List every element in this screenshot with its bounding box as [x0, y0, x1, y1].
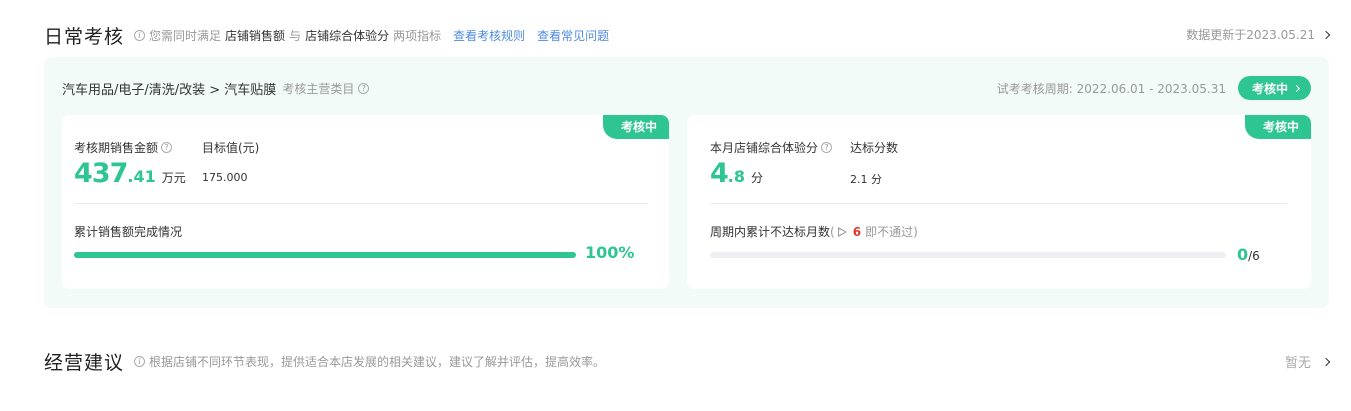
metric-score: 店铺综合体验分: [305, 29, 390, 43]
advice-none-text: 暂无: [1284, 356, 1311, 371]
status-badge: 考核中: [602, 115, 669, 139]
section-title-daily: 日常考核: [44, 26, 125, 48]
sales-progress-track: [74, 252, 576, 258]
target-value: 175.000: [202, 171, 248, 184]
hint-conj: 与: [289, 29, 302, 43]
score-label: 本月店铺综合体验分 ?: [710, 139, 833, 156]
data-updated-link[interactable]: 数据更新于2023.05.21: [1186, 26, 1331, 43]
panel-top-bar: 汽车用品/电子/清洗/改装 > 汽车贴膜 考核主营类目 ? 试考考核周期: 20…: [62, 76, 1311, 100]
category-path: 汽车用品/电子/清洗/改装 > 汽车贴膜: [62, 82, 277, 98]
failed-months-num: 0: [1237, 245, 1249, 264]
sales-card: 考核中 考核期销售金额 ? 437 .41 万元 目标值(元) 175.000 …: [62, 115, 669, 289]
status-button[interactable]: 考核中: [1237, 76, 1311, 100]
divider: [74, 203, 648, 204]
assessment-period: 试考考核周期: 2022.06.01 - 2023.05.31: [996, 81, 1226, 96]
sales-value-int: 437: [74, 158, 128, 189]
sales-label-text: 考核期销售金额: [74, 141, 159, 155]
data-updated-text: 数据更新于2023.05.21: [1186, 28, 1315, 42]
paren-open: (: [830, 224, 835, 239]
advice-hint-text: 根据店铺不同环节表现，提供适合本店发展的相关建议，建议了解并评估，提高效率。: [149, 355, 606, 369]
sales-value: 437 .41 万元: [74, 158, 186, 189]
sales-value-dec: .41: [127, 167, 156, 186]
question-icon[interactable]: ?: [358, 82, 370, 94]
progress-label: 累计销售额完成情况: [74, 225, 183, 239]
assessment-panel: 汽车用品/电子/清洗/改装 > 汽车贴膜 考核主营类目 ? 试考考核周期: 20…: [44, 57, 1329, 308]
business-advice-header: 经营建议 i 根据店铺不同环节表现，提供适合本店发展的相关建议，建议了解并评估，…: [44, 348, 605, 375]
score-value: 4 .8 分: [710, 158, 763, 189]
chevron-right-icon: [1321, 357, 1331, 366]
daily-hint: i 您需同时满足 店铺销售额 与 店铺综合体验分 两项指标 查看考核规则 查看常…: [134, 27, 609, 44]
failed-months-track: [710, 252, 1226, 258]
advice-more-link[interactable]: 暂无: [1284, 352, 1331, 371]
category-hint: 考核主营类目 ?: [282, 80, 370, 97]
greater-equal-icon: [837, 226, 847, 237]
sales-progress-fill: [74, 252, 576, 258]
sales-label: 考核期销售金额 ?: [74, 139, 173, 156]
sales-unit: 万元: [161, 171, 186, 185]
hint-suffix: 两项指标: [393, 29, 442, 43]
score-value-dec: .8: [727, 167, 746, 186]
divider: [710, 203, 1287, 204]
paren-close: 即不通过): [865, 225, 918, 239]
chevron-right-icon: [1321, 30, 1331, 39]
view-faq-link[interactable]: 查看常见问题: [537, 27, 609, 44]
status-badge: 考核中: [1244, 115, 1311, 139]
advice-hint: i 根据店铺不同环节表现，提供适合本店发展的相关建议，建议了解并评估，提高效率。: [134, 353, 605, 370]
failed-months-count: 0 /6: [1237, 245, 1260, 264]
category-hint-text: 考核主营类目: [282, 81, 355, 96]
pass-score-label: 达标分数: [850, 141, 899, 155]
failed-months-text: 周期内累计不达标月数: [710, 225, 831, 239]
section-title-advice: 经营建议: [44, 352, 125, 374]
chevron-right-icon: [1292, 84, 1301, 92]
score-card: 考核中 本月店铺综合体验分 ? 4 .8 分 达标分数 2.1 分 周期内累计不…: [687, 115, 1311, 289]
failed-months-den: /6: [1248, 249, 1260, 263]
status-button-label: 考核中: [1251, 81, 1288, 96]
pass-score-value: 2.1 分: [850, 173, 882, 186]
hint-prefix: 您需同时满足: [149, 29, 222, 43]
question-icon[interactable]: ?: [821, 142, 833, 153]
target-label: 目标值(元): [202, 141, 260, 155]
info-icon: i: [134, 30, 146, 41]
info-icon: i: [134, 356, 146, 367]
failed-months-label: 周期内累计不达标月数 ( 6 即不通过): [710, 223, 918, 240]
question-icon[interactable]: ?: [161, 142, 173, 153]
failed-threshold: 6: [852, 224, 862, 239]
view-rules-link[interactable]: 查看考核规则: [453, 27, 525, 44]
daily-assessment-header: 日常考核 i 您需同时满足 店铺销售额 与 店铺综合体验分 两项指标 查看考核规…: [44, 22, 609, 49]
score-label-text: 本月店铺综合体验分: [710, 141, 819, 155]
sales-progress-percent: 100%: [585, 243, 635, 262]
score-value-int: 4: [710, 158, 729, 189]
score-unit: 分: [751, 171, 764, 185]
metric-sales: 店铺销售额: [225, 29, 286, 43]
